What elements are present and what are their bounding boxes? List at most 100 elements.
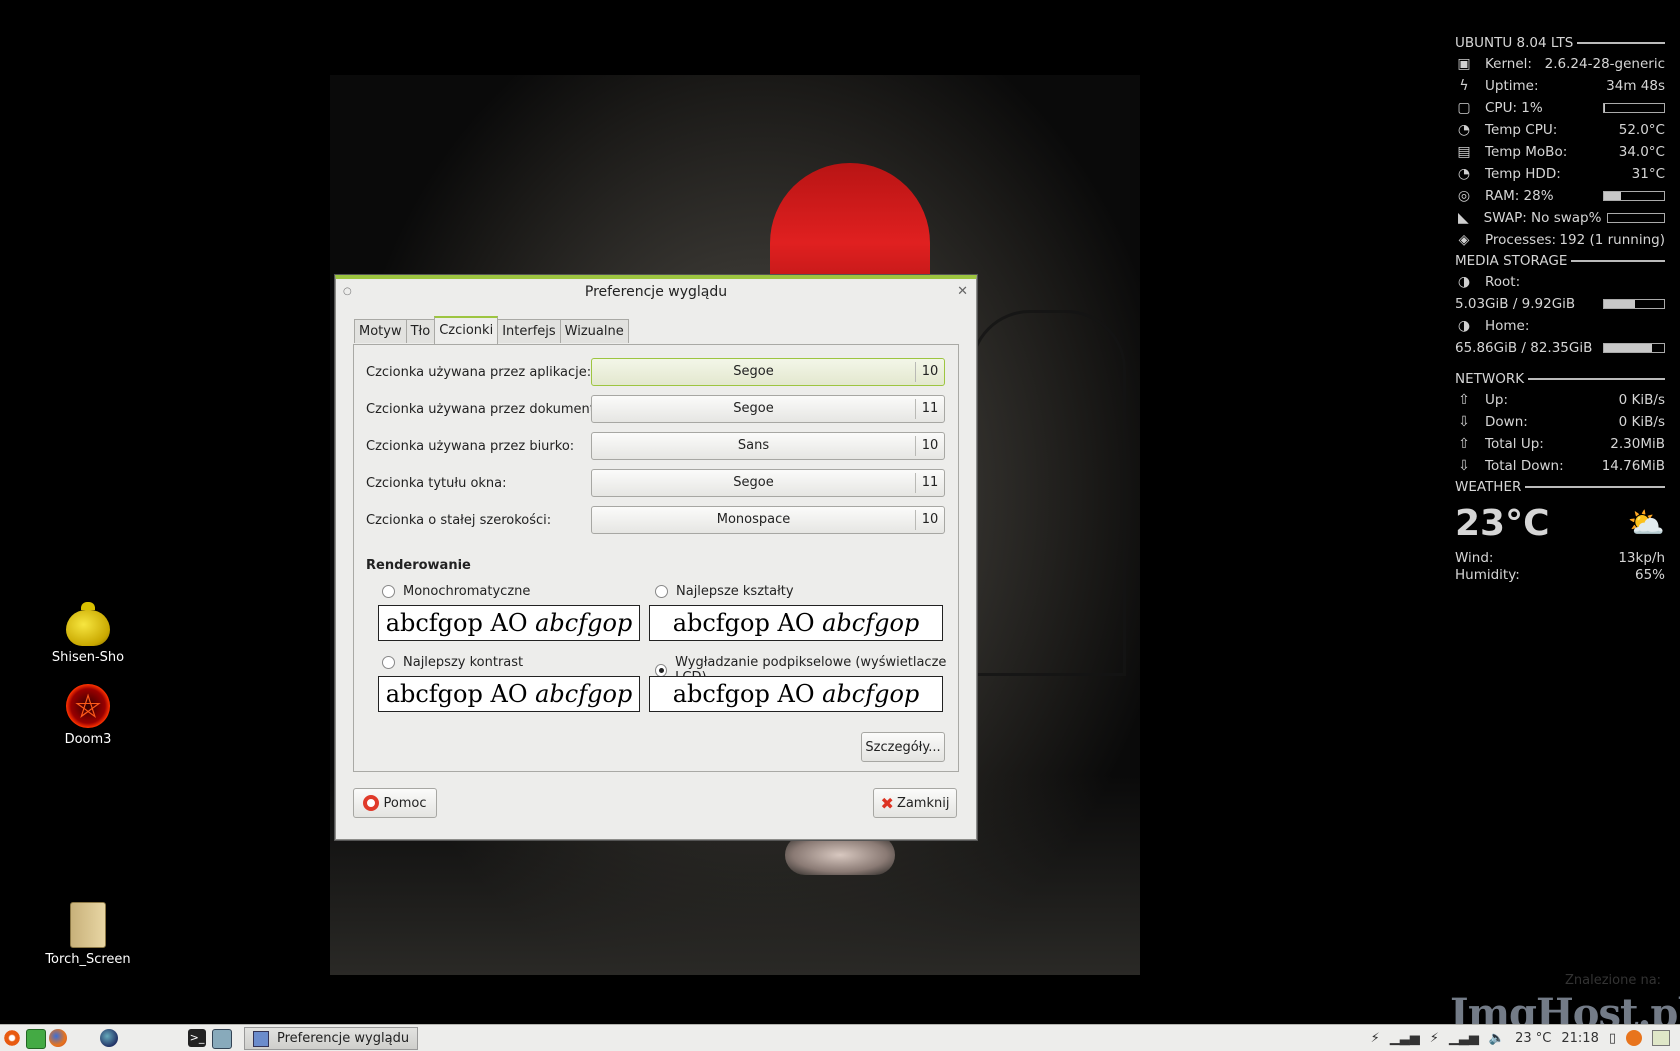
- workspace-switcher-icon[interactable]: [1652, 1030, 1670, 1046]
- radio-monochrome[interactable]: Monochromatyczne: [382, 584, 530, 599]
- folder-icon: [70, 902, 106, 948]
- show-desktop-icon[interactable]: [212, 1029, 232, 1049]
- taskbar-window-button[interactable]: Preferencje wyglądu: [244, 1027, 418, 1050]
- font-picker-applications[interactable]: Segoe 10: [591, 358, 945, 386]
- swap-icon: ◣: [1457, 210, 1469, 226]
- sample-monochrome[interactable]: abcfgop AO abcfgop: [378, 605, 640, 641]
- conky-home-usage-row: 65.86GiB / 82.35GiB: [1455, 337, 1665, 359]
- font-picker-documents[interactable]: Segoe 11: [591, 395, 945, 423]
- conky-total-down-row: ⇩ Total Down: 14.76MiB: [1455, 455, 1665, 477]
- font-picker-desktop[interactable]: Sans 10: [591, 432, 945, 460]
- down-label: Down:: [1485, 414, 1528, 430]
- temp-mobo-label: Temp MoBo:: [1485, 144, 1568, 160]
- tab-motyw[interactable]: Motyw: [354, 319, 407, 343]
- radio-button[interactable]: [382, 585, 395, 598]
- radio-best-contrast[interactable]: Najlepszy kontrast: [382, 655, 523, 670]
- details-button-label: Szczegóły...: [865, 739, 941, 755]
- font-picker-fixed-width[interactable]: Monospace 10: [591, 506, 945, 534]
- dialog-titlebar[interactable]: ○ Preferencje wyglądu ✕: [336, 279, 976, 303]
- network-disconnected-icon[interactable]: ⚡: [1371, 1031, 1380, 1046]
- conky-network-title: NETWORK: [1455, 371, 1525, 387]
- humidity-value: 65%: [1634, 566, 1665, 583]
- teapot-icon: [66, 602, 110, 646]
- arrow-down-icon: ⇩: [1458, 414, 1470, 430]
- radio-button[interactable]: [655, 663, 668, 677]
- conky-swap-row: ◣ SWAP: No swap%: [1455, 207, 1665, 229]
- firefox-tray-icon[interactable]: [1626, 1030, 1642, 1046]
- radio-button[interactable]: [382, 656, 395, 669]
- kernel-label: Kernel:: [1485, 56, 1532, 72]
- close-icon[interactable]: ✕: [957, 279, 968, 305]
- font-label: Czcionka używana przez aplikacje:: [366, 364, 592, 380]
- font-label: Czcionka tytułu okna:: [366, 475, 507, 491]
- sample-best-shapes[interactable]: abcfgop AO abcfgop: [649, 605, 943, 641]
- font-size: 11: [915, 473, 944, 493]
- weather-temperature: 23°C: [1455, 502, 1550, 544]
- tab-interfejs[interactable]: Interfejs: [497, 319, 561, 343]
- terminal-icon[interactable]: >_: [188, 1029, 206, 1047]
- font-label: Czcionka o stałej szerokości:: [366, 512, 552, 528]
- sample-regular-text: abcfgop AO: [672, 609, 823, 637]
- thermometer-icon: ◔: [1457, 122, 1471, 138]
- font-size: 11: [915, 399, 944, 419]
- kernel-value: 2.6.24-28-generic: [1544, 56, 1665, 72]
- desktop-icon-shisen-sho[interactable]: Shisen-Sho: [33, 602, 143, 665]
- cpu-icon: ▢: [1457, 100, 1471, 116]
- network-disconnected-icon[interactable]: ⚡: [1430, 1031, 1439, 1046]
- details-button[interactable]: Szczegóły...: [861, 732, 945, 762]
- radio-button[interactable]: [655, 585, 668, 598]
- conky-weather-main: 23°C ⛅: [1455, 497, 1665, 549]
- partly-cloudy-icon: ⛅: [1627, 505, 1665, 541]
- total-down-label: Total Down:: [1485, 458, 1564, 474]
- taskbar-window-label: Preferencje wyglądu: [277, 1031, 410, 1046]
- pie-icon: ◑: [1457, 318, 1471, 334]
- sample-italic-text: abcfgop: [535, 609, 633, 637]
- conky-temp-mobo-row: ▤ Temp MoBo: 34.0°C: [1455, 141, 1665, 163]
- system-tray: ⚡ ▁▃▅ ⚡ ▁▃▅ 🔈 23 °C 21:18 ▯: [1361, 1025, 1670, 1051]
- root-bar: [1603, 299, 1665, 309]
- firefox-icon[interactable]: [49, 1029, 67, 1047]
- tab-bar: Motyw Tło Czcionki Interfejs Wizualne: [354, 316, 629, 344]
- terminal-launcher-icon[interactable]: [26, 1029, 46, 1049]
- sample-subpixel[interactable]: abcfgop AO abcfgop: [649, 676, 943, 712]
- sample-best-contrast[interactable]: abcfgop AO abcfgop: [378, 676, 640, 712]
- conky-cpu-row: ▢ CPU: 1%: [1455, 97, 1665, 119]
- tab-tlo[interactable]: Tło: [405, 319, 436, 343]
- tab-czcionki[interactable]: Czcionki: [434, 316, 499, 344]
- clock[interactable]: 21:18: [1561, 1031, 1598, 1046]
- lock-icon[interactable]: ▯: [1609, 1031, 1616, 1046]
- conky-root-usage-row: 5.03GiB / 9.92GiB: [1455, 293, 1665, 315]
- help-button[interactable]: Pomoc: [353, 788, 437, 818]
- font-row-applications: Czcionka używana przez aplikacje: Segoe …: [366, 357, 946, 387]
- signal-icon[interactable]: ▁▃▅: [1390, 1031, 1420, 1046]
- temp-cpu-label: Temp CPU:: [1485, 122, 1558, 138]
- arrow-up-circle-icon: ⇧: [1458, 436, 1470, 452]
- font-row-documents: Czcionka używana przez dokumenty: Segoe …: [366, 394, 946, 424]
- font-size: 10: [915, 362, 944, 382]
- conky-kernel-row: ▣ Kernel: 2.6.24-28-generic: [1455, 53, 1665, 75]
- down-value: 0 KiB/s: [1618, 414, 1665, 430]
- tab-wizualne[interactable]: Wizualne: [559, 319, 629, 343]
- conky-network-header: NETWORK: [1455, 369, 1665, 389]
- window-menu-icon[interactable]: ○: [343, 279, 352, 305]
- conky-os-title: UBUNTU 8.04 LTS: [1455, 35, 1574, 51]
- conky-storage-header: MEDIA STORAGE: [1455, 251, 1665, 271]
- conky-home-row: ◑ Home:: [1455, 315, 1665, 337]
- thunderbird-icon[interactable]: [100, 1029, 118, 1047]
- close-x-icon: ✖: [880, 793, 894, 813]
- tray-temperature: 23 °C: [1515, 1030, 1552, 1046]
- desktop-icon-torch-screen[interactable]: Torch_Screen: [33, 900, 143, 967]
- ubuntu-menu-icon[interactable]: [3, 1029, 21, 1047]
- home-label: Home:: [1485, 318, 1530, 334]
- desktop-icon-doom3[interactable]: ⛤ Doom3: [33, 682, 143, 747]
- root-bar-fill: [1604, 300, 1635, 308]
- volume-icon[interactable]: 🔈: [1489, 1031, 1505, 1046]
- signal-icon[interactable]: ▁▃▅: [1449, 1031, 1479, 1046]
- home-bar: [1603, 343, 1665, 353]
- font-size: 10: [915, 436, 944, 456]
- radio-best-shapes[interactable]: Najlepsze kształty: [655, 584, 794, 599]
- close-button[interactable]: ✖ Zamknij: [873, 788, 957, 818]
- uptime-label: Uptime:: [1485, 78, 1539, 94]
- font-picker-window-title[interactable]: Segoe 11: [591, 469, 945, 497]
- font-row-window-title: Czcionka tytułu okna: Segoe 11: [366, 468, 946, 498]
